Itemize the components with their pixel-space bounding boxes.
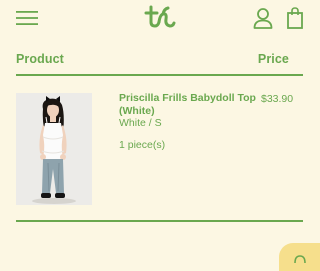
- chat-widget-button[interactable]: [279, 243, 320, 271]
- site-header: [0, 0, 320, 40]
- divider: [16, 220, 303, 222]
- hamburger-menu-icon[interactable]: [16, 10, 38, 26]
- product-photo[interactable]: [16, 93, 92, 205]
- divider: [16, 74, 303, 76]
- product-variant: White / S: [119, 117, 162, 129]
- user-account-icon[interactable]: [253, 7, 273, 29]
- product-quantity: 1 piece(s): [119, 139, 166, 151]
- brand-logo-icon[interactable]: [144, 5, 176, 29]
- shopping-bag-icon[interactable]: [287, 7, 303, 29]
- price-column-header: Price: [257, 52, 289, 66]
- product-price: $33.90: [261, 93, 294, 105]
- product-name-link[interactable]: Priscilla Frills Babydoll Top (White): [119, 92, 259, 118]
- product-photo-icon: [16, 93, 92, 205]
- product-column-header: Product: [16, 52, 64, 66]
- chat-icon: [294, 255, 306, 263]
